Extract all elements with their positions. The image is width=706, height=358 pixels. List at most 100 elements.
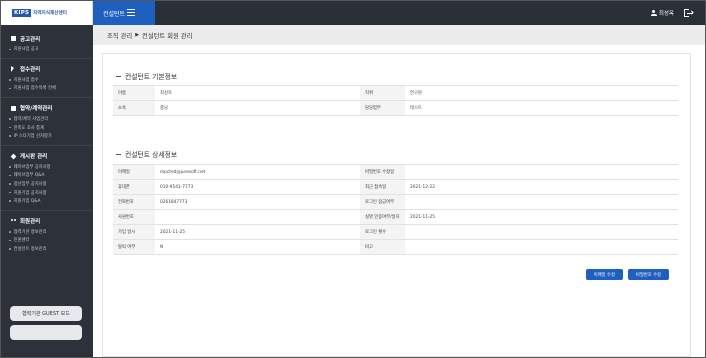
guest-mode-label: 협력기관 GUEST 모드 (22, 311, 70, 317)
sidebar-section-title: 접수관리 (20, 67, 41, 74)
field-value (405, 164, 678, 180)
table-row: 이메일 mpcted@juresoft.net 비밀번호 수정일 (113, 164, 678, 180)
sidebar-item[interactable]: 컨설턴트 정보관리 (9, 245, 93, 254)
sidebar-item[interactable]: 지원기업 공지사항 (9, 188, 93, 197)
field-label: 로그인 횟수 (360, 224, 405, 240)
logo-text: 지역지식재산센터 (33, 11, 67, 16)
field-value (405, 239, 678, 255)
field-value: 연구원 (405, 85, 678, 101)
sidebar-section-application[interactable]: 접수관리 (1, 63, 93, 76)
sidebar-item-label: 정산업무 공지사항 (13, 182, 47, 188)
field-label: 탈퇴 여부 (113, 239, 155, 255)
sidebar-item-label: 만족도 조사 통계 (13, 125, 44, 131)
sidebar-section-title: 협약/계약관리 (20, 106, 53, 113)
sidebar-item-label: IP 스타기업 선처평가 (13, 134, 52, 140)
field-label: 담당업무 (360, 100, 405, 116)
sidebar-section-title: 공고관리 (20, 36, 41, 43)
sidebar-item-label: 지원사업 접수 (13, 77, 39, 83)
field-label: 최근 접속일 (360, 179, 405, 195)
sidebar-item-label: 컨설턴트 정보관리 (13, 247, 47, 253)
email-edit-button[interactable]: 이메일 수정 (585, 269, 623, 280)
field-value: 테스트 (405, 100, 678, 116)
table-row: 전화번호 0261847773 로그인 잠금여부 (113, 194, 678, 210)
basic-info-table: 이름 최성옥 직위 연구원 소속 충남 담당업무 테스트 (113, 85, 678, 116)
section-title-text: 컨설턴트 기본정보 (125, 73, 178, 81)
sidebar-item[interactable]: 웨이브업무 Q&A (9, 171, 93, 180)
sidebar-item-label: 지원사업 공고 (13, 47, 39, 53)
field-label: 휴대폰 (113, 179, 155, 195)
field-value: 2021-12-22 (405, 179, 678, 195)
sidebar-item[interactable]: 지원사업 접수목록 전체 (9, 84, 93, 93)
pencil-icon (10, 153, 17, 159)
password-edit-button[interactable]: 비밀번호 수정 (627, 269, 669, 280)
field-label: 실명 인증여부/일자 (360, 209, 405, 225)
sidebar-section-contract[interactable]: 협약/계약관리 (1, 102, 93, 115)
brand-tab[interactable]: 컨설턴트 (93, 1, 155, 25)
field-label: 전화번호 (113, 194, 155, 210)
sidebar-item[interactable]: 정산업무 공지사항 (9, 180, 93, 189)
field-value: 010-9541-7773 (155, 179, 360, 195)
table-row: 이름 최성옥 직위 연구원 (113, 85, 678, 101)
sidebar-item-label: 웨이브업무 Q&A (13, 173, 45, 179)
sidebar-section-title: 게시판 관리 (20, 154, 48, 161)
table-row: 사원번호 실명 인증여부/일자 2021-11-25 (113, 209, 678, 225)
sidebar-item-label: 민원센터 (13, 238, 30, 244)
content-card: 컨설턴트 기본정보 이름 최성옥 직위 연구원 소속 충남 담당업무 테스트 컨… (102, 53, 691, 357)
logo-mark: KIPS (12, 9, 32, 17)
sidebar-item[interactable]: IP 스타기업 선처평가 (9, 132, 93, 141)
sidebar-item[interactable]: 지원기업 Q&A (9, 197, 93, 206)
detail-info-title: 컨설턴트 상세정보 (116, 149, 177, 159)
field-value: N (155, 239, 360, 255)
sidebar-item[interactable]: 민원센터 (9, 236, 93, 245)
field-value: 충남 (155, 100, 360, 116)
sidebar-item[interactable]: 지원사업 공고 (9, 45, 93, 54)
field-label: 사원번호 (113, 209, 155, 225)
sidebar-item[interactable]: 협력기관 정보관리 (9, 228, 93, 237)
sidebar-section-notice[interactable]: 공고관리 (1, 32, 93, 45)
table-row: 탈퇴 여부 N 비고 (113, 239, 678, 255)
sidebar-item-label: 지원기업 공지사항 (13, 190, 47, 196)
logo[interactable]: KIPS 지역지식재산센터 (1, 1, 93, 25)
table-row: 가입 일시 2021-11-25 로그인 횟수 (113, 224, 678, 240)
people-icon (11, 218, 17, 224)
field-value: mpcted@juresoft.net (155, 164, 360, 180)
user-name[interactable]: 최성옥 (659, 9, 674, 17)
sidebar-item[interactable]: 웨이브업무 공지사항 (9, 163, 93, 172)
logout-icon[interactable] (684, 9, 694, 17)
sidebar: 공고관리 지원사업 공고 접수관리 지원사업 접수 지원사업 접수목록 전체 협… (1, 25, 93, 357)
sidebar-item-label: 웨이브업무 공지사항 (13, 164, 51, 170)
table-row: 휴대폰 010-9541-7773 최근 접속일 2021-12-22 (113, 179, 678, 195)
sidebar-item[interactable]: 협약/계약 사업관리 (9, 115, 93, 124)
breadcrumb: 조직 관리 ▶ 컨설턴트 회원 관리 (93, 25, 705, 45)
main-content: 컨설턴트 기본정보 이름 최성옥 직위 연구원 소속 충남 담당업무 테스트 컨… (93, 45, 705, 357)
guest-mode-button[interactable]: 협력기관 GUEST 모드 (10, 306, 82, 321)
field-value: 최성옥 (155, 85, 360, 101)
menu-toggle-icon[interactable] (127, 9, 135, 16)
field-label: 이메일 (113, 164, 155, 180)
top-bar: KIPS 지역지식재산센터 컨설턴트 최성옥 (1, 1, 705, 25)
chevron-right-icon: ▶ (135, 32, 140, 38)
sidebar-item[interactable]: 만족도 조사 통계 (9, 123, 93, 132)
brand-label: 컨설턴트 (103, 10, 126, 18)
sidebar-item[interactable]: 지원사업 접수 (9, 76, 93, 85)
sidebar-section-board[interactable]: 게시판 관리 (1, 150, 93, 163)
sidebar-section-member[interactable]: 회원관리 (1, 215, 93, 228)
field-label: 비고 (360, 239, 405, 255)
field-label: 가입 일시 (113, 224, 155, 240)
field-label: 로그인 잠금여부 (360, 194, 405, 210)
breadcrumb-parent[interactable]: 조직 관리 (107, 31, 132, 40)
field-value (155, 209, 360, 225)
secondary-sidebar-button[interactable] (10, 325, 82, 340)
detail-info-table: 이메일 mpcted@juresoft.net 비밀번호 수정일 휴대폰 010… (113, 164, 678, 255)
field-value: 2021-11-25 (405, 209, 678, 225)
user-icon (650, 10, 657, 16)
cursor-icon (11, 66, 16, 73)
field-label: 소속 (113, 100, 155, 116)
action-buttons: 이메일 수정 비밀번호 수정 (585, 269, 669, 280)
field-label: 이름 (113, 85, 155, 101)
field-value (405, 194, 678, 210)
app-window: KIPS 지역지식재산센터 컨설턴트 최성옥 공고관리 지원사업 공고 접수관리… (0, 0, 706, 358)
document-icon (11, 105, 16, 111)
field-label: 직위 (360, 85, 405, 101)
breadcrumb-current: 컨설턴트 회원 관리 (142, 32, 193, 40)
